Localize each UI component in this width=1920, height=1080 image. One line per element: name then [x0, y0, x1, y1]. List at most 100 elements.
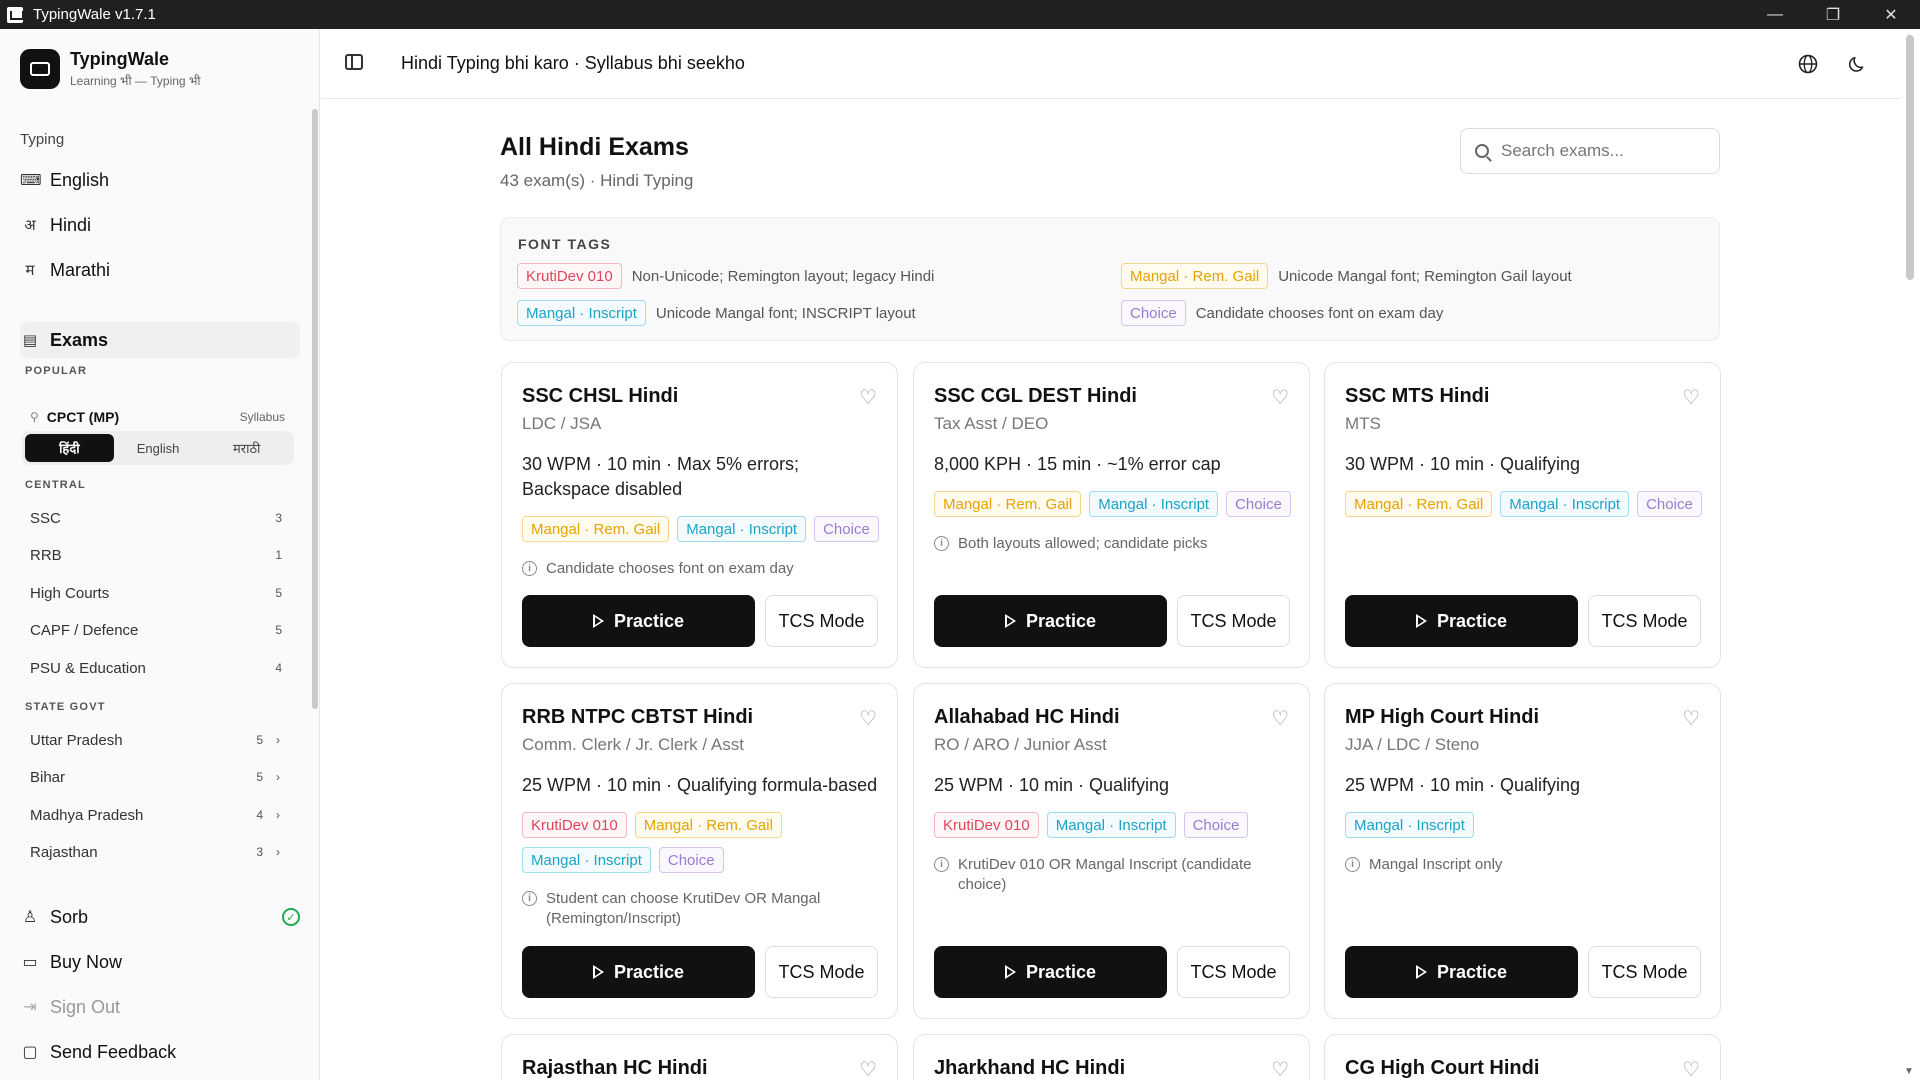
lang-option-hindi[interactable]: हिंदी — [25, 434, 114, 462]
close-button[interactable]: ✕ — [1862, 0, 1920, 29]
practice-label: Practice — [1025, 961, 1097, 982]
popular-item-cpct[interactable]: ⚲ CPCT (MP) Syllabus — [30, 402, 285, 432]
sidebar: TypingWale Learning भी — Typing भी Typin… — [0, 29, 320, 1080]
font-tag: Choice — [1183, 812, 1249, 838]
keyboard-logo-icon — [20, 49, 60, 89]
exam-title: Allahabad HC Hindi — [934, 706, 1120, 728]
restore-button[interactable]: ❐ — [1804, 0, 1862, 29]
tcs-mode-button[interactable]: TCS Mode — [1177, 946, 1290, 998]
practice-button[interactable]: Practice — [1345, 946, 1578, 998]
font-tag: KrutiDev 010 — [522, 812, 627, 838]
play-icon — [1415, 614, 1427, 628]
header: Hindi Typing bhi karo · Syllabus bhi see… — [321, 29, 1900, 99]
practice-button[interactable]: Practice — [934, 946, 1167, 998]
dark-mode-icon[interactable] — [1843, 49, 1873, 79]
exam-tags: Mangal · Inscript — [1345, 812, 1705, 838]
lang-option-english[interactable]: English — [114, 434, 203, 462]
message-icon: ▢ — [22, 1044, 38, 1061]
scroll-down-arrow[interactable]: ▼ — [1904, 1066, 1914, 1077]
exam-card-jharkhand-hc: Jharkhand HC Hindi ♡ — [913, 1034, 1310, 1080]
exam-card-rajasthan-hc: Rajasthan HC Hindi ♡ — [501, 1034, 898, 1080]
main-scrollbar[interactable] — [1906, 35, 1914, 280]
practice-button[interactable]: Practice — [522, 595, 755, 647]
tcs-mode-button[interactable]: TCS Mode — [1588, 946, 1701, 998]
category-item-high-courts[interactable]: High Courts 5 — [30, 578, 285, 608]
sidebar-item-english[interactable]: ⌨ English — [20, 162, 300, 198]
sidebar-toggle-icon[interactable] — [345, 54, 363, 70]
state-item-uttar-pradesh[interactable]: Uttar Pradesh 5 › — [30, 725, 285, 755]
state-item-rajasthan[interactable]: Rajasthan 3 › — [30, 837, 285, 867]
tcs-mode-button[interactable]: TCS Mode — [1588, 595, 1701, 647]
font-tag: Mangal · Rem. Gail — [522, 516, 670, 542]
globe-icon[interactable] — [1793, 49, 1823, 79]
exam-note: i KrutiDev 010 OR Mangal Inscript (candi… — [934, 855, 1294, 895]
sidebar-scrollbar[interactable] — [312, 109, 318, 709]
category-item-capf-defence[interactable]: CAPF / Defence 5 — [30, 615, 285, 645]
practice-label: Practice — [1436, 961, 1508, 982]
font-tag: Mangal · Rem. Gail — [1345, 491, 1493, 517]
send-feedback-label: Send Feedback — [50, 1041, 177, 1062]
exam-role: JJA / LDC / Steno — [1345, 735, 1480, 754]
exam-title: SSC CGL DEST Hindi — [934, 385, 1137, 407]
category-item-psu-education[interactable]: PSU & Education 4 — [30, 653, 285, 683]
exam-card-cg-high-court: CG High Court Hindi ♡ — [1324, 1034, 1721, 1080]
exam-spec: 25 WPM · 10 min · Qualifying — [1345, 775, 1581, 795]
font-tag-legend-krutidev: KrutiDev 010 Non-Unicode; Remington layo… — [517, 263, 934, 289]
practice-button[interactable]: Practice — [934, 595, 1167, 647]
practice-label: Practice — [613, 961, 685, 982]
devanagari-ma-icon: म — [25, 262, 35, 279]
buy-now-button[interactable]: ▭ Buy Now — [20, 944, 300, 980]
lang-option-marathi[interactable]: मराठी — [202, 434, 291, 462]
state-count: 3 — [256, 845, 263, 859]
state-label: Rajasthan — [30, 843, 98, 861]
heart-icon[interactable]: ♡ — [1682, 706, 1700, 731]
state-item-bihar[interactable]: Bihar 5 › — [30, 762, 285, 792]
sign-out-label: Sign Out — [50, 996, 121, 1017]
exam-note: i Both layouts allowed; candidate picks — [934, 534, 1294, 554]
search-box[interactable] — [1460, 128, 1720, 174]
heart-icon[interactable]: ♡ — [1682, 1057, 1700, 1080]
category-item-rrb[interactable]: RRB 1 — [30, 540, 285, 570]
chevron-right-icon: › — [276, 845, 280, 859]
chevron-right-icon: › — [276, 808, 280, 822]
exam-tags: KrutiDev 010 Mangal · Inscript Choice — [934, 812, 1294, 838]
minimize-button[interactable]: — — [1746, 0, 1804, 29]
heart-icon[interactable]: ♡ — [859, 706, 877, 731]
header-title: Hindi Typing bhi karo · Syllabus bhi see… — [401, 53, 745, 73]
category-count: 1 — [275, 548, 282, 562]
category-count: 3 — [275, 511, 282, 525]
heart-icon[interactable]: ♡ — [859, 385, 877, 410]
central-label: CENTRAL — [25, 479, 86, 491]
exam-tags: Mangal · Rem. Gail Mangal · Inscript Cho… — [522, 516, 882, 542]
heart-icon[interactable]: ♡ — [1682, 385, 1700, 410]
sign-out-button[interactable]: ⇥ Sign Out — [20, 989, 300, 1025]
font-tag: Mangal · Inscript — [1500, 491, 1630, 517]
practice-button[interactable]: Practice — [522, 946, 755, 998]
tcs-mode-button[interactable]: TCS Mode — [765, 595, 878, 647]
brand[interactable]: TypingWale Learning भी — Typing भी — [20, 49, 201, 89]
heart-icon[interactable]: ♡ — [1271, 385, 1289, 410]
category-count: 5 — [275, 623, 282, 637]
heart-icon[interactable]: ♡ — [859, 1057, 877, 1080]
tcs-mode-button[interactable]: TCS Mode — [1177, 595, 1290, 647]
buy-now-label: Buy Now — [50, 951, 123, 972]
exam-card-mp-high-court: MP High Court Hindi ♡ JJA / LDC / Steno … — [1324, 683, 1721, 1019]
syllabus-link[interactable]: Syllabus — [240, 410, 285, 424]
heart-icon[interactable]: ♡ — [1271, 1057, 1289, 1080]
user-account[interactable]: ♙ Sorb ✓ — [20, 899, 300, 935]
send-feedback-button[interactable]: ▢ Send Feedback — [20, 1034, 300, 1070]
practice-button[interactable]: Practice — [1345, 595, 1578, 647]
sidebar-item-label: English — [50, 169, 110, 190]
heart-icon[interactable]: ♡ — [1271, 706, 1289, 731]
search-input[interactable] — [1501, 141, 1701, 161]
category-item-ssc[interactable]: SSC 3 — [30, 503, 285, 533]
tcs-mode-button[interactable]: TCS Mode — [765, 946, 878, 998]
state-count: 5 — [256, 770, 263, 784]
state-item-madhya-pradesh[interactable]: Madhya Pradesh 4 › — [30, 800, 285, 830]
sidebar-item-hindi[interactable]: अ Hindi — [20, 207, 300, 243]
font-tag: Mangal · Rem. Gail — [1121, 263, 1269, 289]
exam-spec: 25 WPM · 10 min · Qualifying formula-bas… — [522, 775, 878, 795]
sidebar-item-exams[interactable]: ▤ Exams — [20, 322, 300, 358]
sidebar-item-marathi[interactable]: म Marathi — [20, 252, 300, 288]
typing-section-label: Typing — [20, 131, 65, 148]
